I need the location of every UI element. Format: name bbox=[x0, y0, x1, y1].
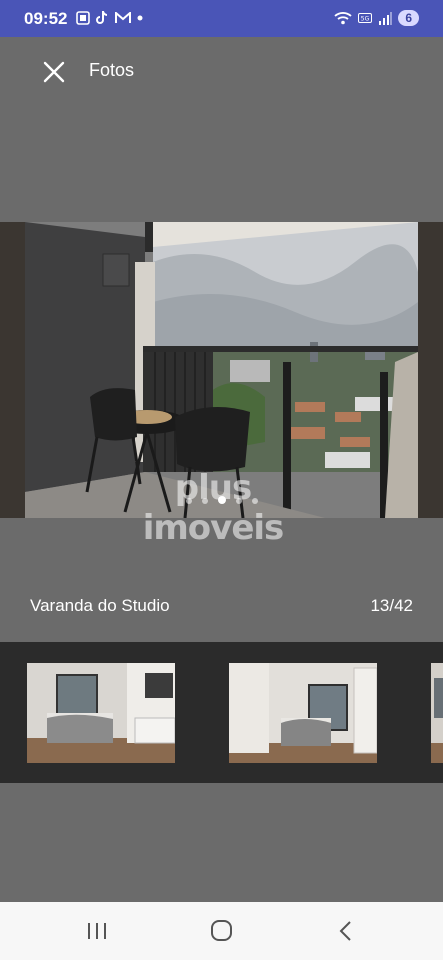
photo-counter: 13/42 bbox=[370, 596, 413, 615]
carousel-dot[interactable] bbox=[235, 498, 242, 504]
back-button[interactable] bbox=[331, 918, 361, 944]
back-icon bbox=[339, 921, 351, 941]
bedroom-thumbnail-image bbox=[27, 663, 175, 763]
carousel-dot[interactable] bbox=[185, 498, 192, 504]
recent-apps-button[interactable] bbox=[82, 918, 112, 944]
carousel-dot[interactable] bbox=[251, 498, 258, 504]
thumbnail-partial-image bbox=[431, 663, 443, 763]
thumbnail[interactable] bbox=[27, 663, 175, 763]
svg-text:5G: 5G bbox=[361, 16, 370, 23]
thumbnail-strip[interactable] bbox=[0, 642, 443, 783]
page-title: Fotos bbox=[89, 60, 135, 80]
gmail-icon bbox=[115, 11, 131, 23]
status-system-icons: 5G 6 bbox=[334, 10, 419, 26]
bedroom-thumbnail-image bbox=[229, 663, 377, 763]
thumbnail[interactable] bbox=[431, 663, 443, 763]
home-icon bbox=[211, 920, 232, 941]
carousel-dot[interactable] bbox=[201, 498, 208, 504]
battery-icon: 6 bbox=[398, 10, 419, 26]
home-button[interactable] bbox=[206, 918, 236, 944]
status-time: 09:52 bbox=[24, 9, 68, 28]
photo-caption: Varanda do Studio bbox=[30, 596, 170, 615]
5g-icon: 5G bbox=[358, 13, 373, 23]
dot-icon bbox=[137, 15, 143, 20]
tiktok-icon bbox=[96, 10, 108, 24]
carousel-dots bbox=[0, 491, 443, 509]
screenshot-icon bbox=[76, 10, 90, 25]
close-button[interactable] bbox=[38, 56, 70, 88]
status-bar: 09:52 5G 6 bbox=[0, 0, 443, 37]
status-notification-icons bbox=[76, 10, 143, 25]
thumbnail[interactable] bbox=[229, 663, 377, 763]
header: Fotos bbox=[0, 37, 443, 103]
recent-apps-icon bbox=[88, 923, 106, 939]
signal-icon bbox=[379, 11, 393, 25]
carousel-dot-active[interactable] bbox=[217, 496, 226, 504]
close-icon bbox=[43, 61, 65, 83]
wifi-icon bbox=[334, 12, 352, 25]
system-nav-bar bbox=[0, 902, 443, 960]
